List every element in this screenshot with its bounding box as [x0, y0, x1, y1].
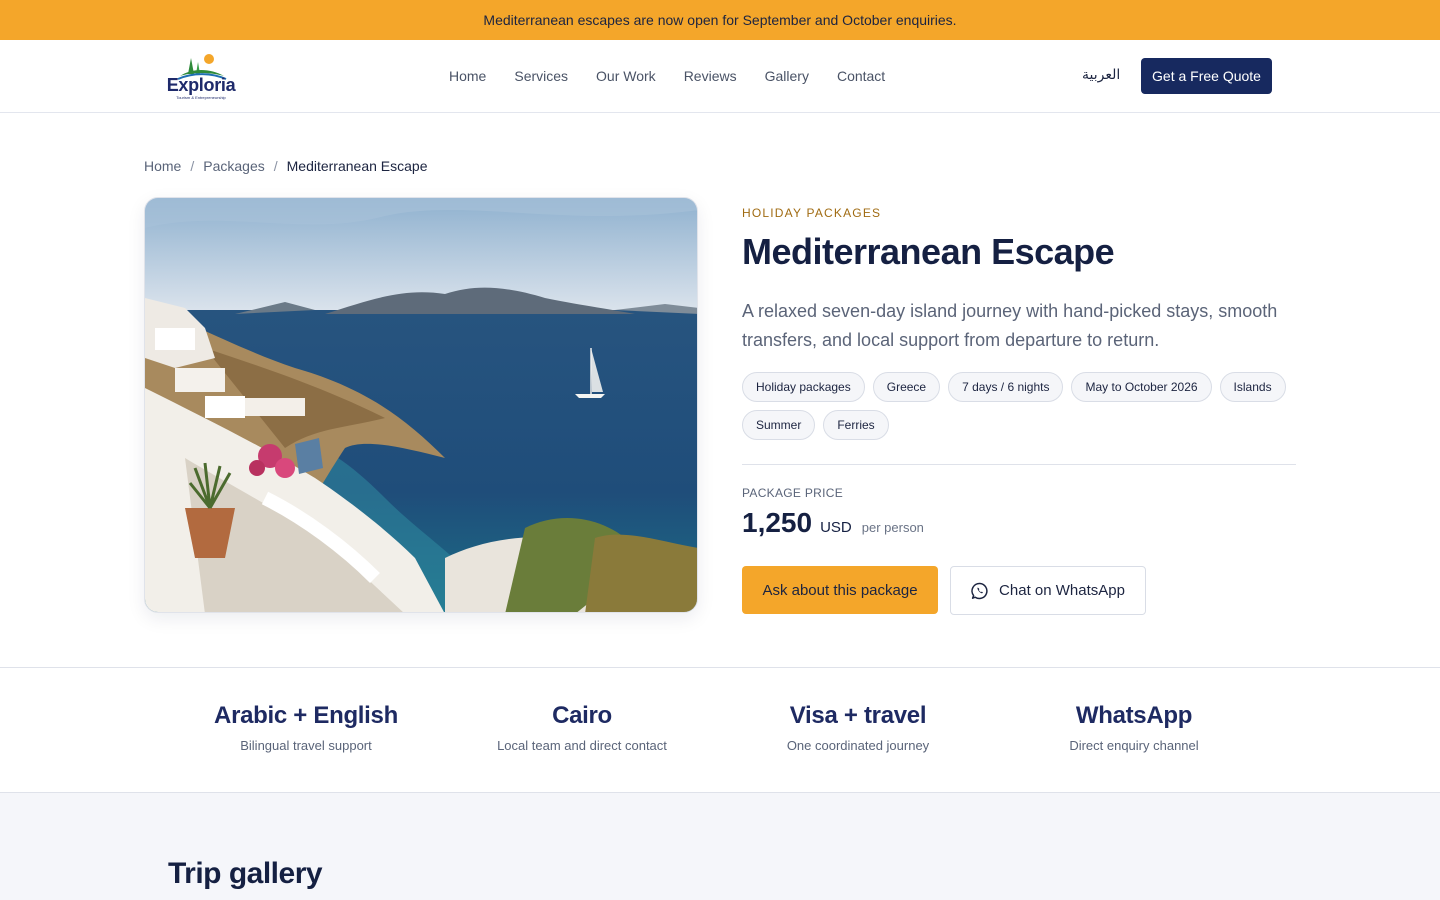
stat-item: Visa + travel One coordinated journey: [720, 702, 996, 753]
stat-label: Direct enquiry channel: [1069, 738, 1199, 753]
whatsapp-button-label: Chat on WhatsApp: [999, 582, 1125, 599]
section-divider: [742, 464, 1296, 465]
announcement-text: Mediterranean escapes are now open for S…: [483, 12, 957, 28]
package-hero-image: [144, 197, 698, 613]
stat-value: Visa + travel: [789, 702, 927, 729]
breadcrumb-current: Mediterranean Escape: [286, 158, 428, 174]
breadcrumb-separator: /: [190, 158, 195, 174]
brand-tagline: Tourism & Entrepreneurship: [176, 95, 226, 100]
package-description: A relaxed seven-day island journey with …: [742, 301, 1278, 350]
stat-item: Cairo Local team and direct contact: [444, 702, 720, 753]
tag-chip: 7 days / 6 nights: [948, 372, 1064, 402]
stat-value: Arabic + English: [214, 702, 398, 729]
tag-chip: Holiday packages: [742, 372, 865, 402]
stat-item: Arabic + English Bilingual travel suppor…: [168, 702, 444, 753]
announcement-bar: Mediterranean escapes are now open for S…: [0, 0, 1440, 40]
breadcrumb-home[interactable]: Home: [144, 158, 181, 174]
tag-chip: May to October 2026: [1071, 372, 1212, 402]
nav-gallery[interactable]: Gallery: [765, 68, 809, 84]
whatsapp-button[interactable]: Chat on WhatsApp: [950, 566, 1146, 615]
breadcrumb: Home / Packages / Mediterranean Escape: [144, 158, 428, 174]
stat-label: Bilingual travel support: [240, 738, 372, 753]
nav-home[interactable]: Home: [449, 68, 486, 84]
breadcrumb-packages[interactable]: Packages: [203, 158, 264, 174]
main-nav: Home Services Our Work Reviews Gallery C…: [449, 40, 885, 112]
free-quote-button[interactable]: Get a Free Quote: [1141, 58, 1272, 94]
gallery-title: Trip gallery: [168, 857, 323, 890]
package-price: 1,250 USD per person: [742, 507, 924, 539]
tag-chip: Islands: [1219, 372, 1286, 402]
trip-gallery-section: Trip gallery: [0, 793, 1440, 900]
package-category: HOLIDAY PACKAGES: [742, 206, 882, 220]
breadcrumb-separator: /: [273, 158, 278, 174]
site-header: Exploria Tourism & Entrepreneurship Home…: [0, 40, 1440, 113]
tag-chip: Summer: [742, 410, 816, 440]
stat-value: Cairo: [552, 702, 612, 729]
tag-chip: Ferries: [823, 410, 889, 440]
price-amount: 1,250: [742, 507, 813, 538]
stat-label: One coordinated journey: [786, 738, 930, 753]
stat-label: Local team and direct contact: [497, 738, 667, 753]
tag-chip: Greece: [872, 372, 941, 402]
price-unit: per person: [861, 520, 924, 535]
nav-our-work[interactable]: Our Work: [596, 68, 656, 84]
stat-value: WhatsApp: [1075, 702, 1193, 729]
stat-item: WhatsApp Direct enquiry channel: [996, 702, 1272, 753]
package-tags: Holiday packages Greece 7 days / 6 night…: [742, 372, 1302, 440]
language-switch[interactable]: العربية: [1082, 66, 1120, 83]
ask-package-button[interactable]: Ask about this package: [742, 566, 938, 614]
whatsapp-icon: [971, 582, 988, 599]
price-currency: USD: [820, 519, 852, 536]
nav-services[interactable]: Services: [514, 68, 568, 84]
nav-reviews[interactable]: Reviews: [684, 68, 737, 84]
package-title: Mediterranean Escape: [742, 231, 1115, 272]
brand-logo[interactable]: Exploria Tourism & Entrepreneurship: [166, 50, 236, 104]
stats-strip: Arabic + English Bilingual travel suppor…: [0, 667, 1440, 793]
price-label: PACKAGE PRICE: [742, 486, 844, 500]
nav-contact[interactable]: Contact: [837, 68, 885, 84]
brand-name: Exploria: [166, 75, 236, 95]
